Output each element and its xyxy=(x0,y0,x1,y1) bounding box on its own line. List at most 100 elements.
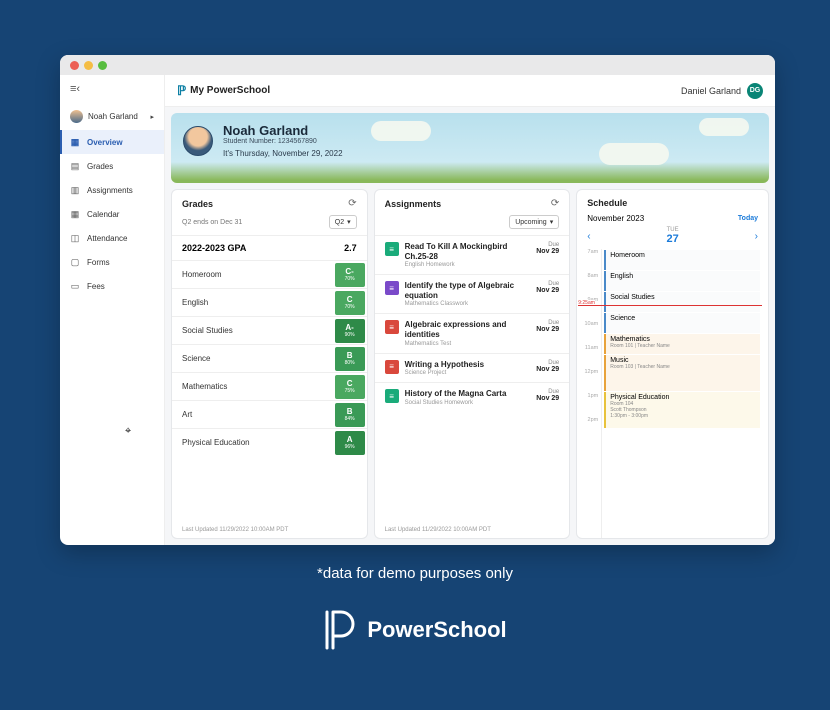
sidebar-item-label: Fees xyxy=(87,282,105,291)
grade-chip: C75% xyxy=(335,375,365,399)
schedule-event[interactable]: Science xyxy=(604,313,760,333)
assignment-meta: Science Project xyxy=(405,370,531,376)
nav-icon: ▦ xyxy=(70,137,80,147)
sidebar-item-label: Overview xyxy=(87,138,123,147)
student-name: Noah Garland xyxy=(223,123,343,138)
brand-mark-icon xyxy=(323,610,357,650)
term-note: Q2 ends on Dec 31 xyxy=(182,219,242,226)
schedule-title: Schedule xyxy=(587,198,627,208)
user-menu[interactable]: Daniel Garland DG xyxy=(681,83,763,99)
app-window: ≡‹ Noah Garland ▸ ▦Overview▤Grades▥Assig… xyxy=(60,55,775,545)
grade-pct: 90% xyxy=(345,332,355,338)
maximize-icon[interactable] xyxy=(98,61,107,70)
assignments-filter[interactable]: Upcoming ▾ xyxy=(509,215,559,229)
sidebar-student-select[interactable]: Noah Garland ▸ xyxy=(60,103,164,130)
close-icon[interactable] xyxy=(70,61,79,70)
grade-letter: C xyxy=(347,379,353,388)
refresh-icon[interactable]: ⟳ xyxy=(551,198,559,209)
assignment-type-icon: ≡ xyxy=(385,389,399,403)
assignment-title: Writing a Hypothesis xyxy=(405,360,531,370)
grade-row[interactable]: EnglishC70% xyxy=(172,288,367,316)
sidebar-item-label: Assignments xyxy=(87,186,133,195)
assignment-row[interactable]: ≡History of the Magna CartaSocial Studie… xyxy=(375,382,570,412)
schedule-event[interactable]: MusicRoom 103 | Teacher Name xyxy=(604,355,760,391)
now-line xyxy=(578,305,762,306)
event-subject: Music xyxy=(610,357,756,364)
schedule-timeline: 7am8am9am10am11am12pm1pm2pm 9:25am Homer… xyxy=(577,249,768,538)
term-selector[interactable]: Q2 ▾ xyxy=(329,215,357,229)
grade-row[interactable]: Physical EducationA96% xyxy=(172,428,367,456)
grade-chip: A96% xyxy=(335,431,365,455)
sidebar-item-overview[interactable]: ▦ Overview xyxy=(60,130,164,154)
nav-icon: ▤ xyxy=(70,161,80,171)
grade-row[interactable]: MathematicsC75% xyxy=(172,372,367,400)
schedule-event[interactable]: Physical EducationRoom 104Scott Thompson… xyxy=(604,392,760,428)
schedule-card: Schedule November 2023 Today ‹ TUE 27 › xyxy=(576,189,769,539)
gpa-label: 2022-2023 GPA xyxy=(182,243,246,253)
grade-pct: 84% xyxy=(345,416,355,422)
student-number: Student Number: 1234567890 xyxy=(223,138,343,145)
assignments-title: Assignments xyxy=(385,199,442,209)
time-label: 10am xyxy=(577,321,598,345)
sidebar-item-attendance[interactable]: ◫Attendance xyxy=(60,226,164,250)
window-titlebar xyxy=(60,55,775,75)
sidebar: ≡‹ Noah Garland ▸ ▦ Overview ▤Grades▥Assig… xyxy=(60,75,165,545)
assignment-due: DueNov 29 xyxy=(536,242,559,268)
event-detail: Room 104Scott Thompson1:30pm - 3:00pm xyxy=(610,401,756,419)
today-button[interactable]: Today xyxy=(738,215,758,222)
assignment-due: DueNov 29 xyxy=(536,320,559,346)
grade-chip: B80% xyxy=(335,347,365,371)
app-body: ≡‹ Noah Garland ▸ ▦Overview▤Grades▥Assig… xyxy=(60,75,775,545)
grade-letter: A xyxy=(347,435,353,444)
grade-row[interactable]: Social StudiesA-90% xyxy=(172,316,367,344)
schedule-event[interactable]: English xyxy=(604,271,760,291)
assignment-row[interactable]: ≡Writing a HypothesisScience ProjectDueN… xyxy=(375,353,570,383)
assignment-row[interactable]: ≡Identify the type of Algebraic equation… xyxy=(375,274,570,313)
nav-icon: ▭ xyxy=(70,281,80,291)
grade-subject: Art xyxy=(182,410,192,419)
sidebar-item-assignments[interactable]: ▥Assignments xyxy=(60,178,164,202)
schedule-event[interactable]: Homeroom xyxy=(604,250,760,270)
sidebar-item-fees[interactable]: ▭ Fees xyxy=(60,274,164,298)
gpa-value: 2.7 xyxy=(344,243,357,253)
assignment-row[interactable]: ≡Algebraic expressions and identitiesMat… xyxy=(375,313,570,352)
grade-row[interactable]: Art B84% xyxy=(172,400,367,428)
time-label: 7am xyxy=(577,249,598,273)
refresh-icon[interactable]: ⟳ xyxy=(348,198,356,209)
event-subject: Science xyxy=(610,315,756,322)
event-detail: Room 103 | Teacher Name xyxy=(610,364,756,370)
assignment-type-icon: ≡ xyxy=(385,360,399,374)
chevron-right-icon: ▸ xyxy=(150,113,154,121)
minimize-icon[interactable] xyxy=(84,61,93,70)
sidebar-toggle[interactable]: ≡‹ xyxy=(60,75,164,103)
schedule-event[interactable]: Social Studies xyxy=(604,292,760,312)
nav-icon: ◫ xyxy=(70,233,80,243)
grade-subject: Social Studies xyxy=(182,326,233,335)
sidebar-item-label: Forms xyxy=(87,258,110,267)
filter-selected: Upcoming xyxy=(515,219,547,226)
brand-name: PowerSchool xyxy=(367,617,506,643)
grade-subject: Homeroom xyxy=(182,270,222,279)
nav-icon: ▢ xyxy=(70,257,80,267)
schedule-event[interactable]: MathematicsRoom 101 | Teacher Name xyxy=(604,334,760,354)
grade-row[interactable]: Homeroom C-70% xyxy=(172,260,367,288)
grades-updated: Last Updated 11/29/2022 10:00AM PDT xyxy=(172,522,367,538)
grade-chip: B84% xyxy=(335,403,365,427)
event-subject: Physical Education xyxy=(610,394,756,401)
assignment-type-icon: ≡ xyxy=(385,281,399,295)
sidebar-item-forms[interactable]: ▢ Forms xyxy=(60,250,164,274)
event-subject: Social Studies xyxy=(610,294,756,301)
sidebar-item-grades[interactable]: ▤Grades xyxy=(60,154,164,178)
sidebar-item-calendar[interactable]: ▦Calendar xyxy=(60,202,164,226)
grade-pct: 75% xyxy=(345,388,355,394)
assignment-meta: Mathematics Classwork xyxy=(405,301,531,307)
schedule-date: 27 xyxy=(666,233,678,245)
event-detail: Room 101 | Teacher Name xyxy=(610,343,756,349)
banner-date: It's Thursday, November 29, 2022 xyxy=(223,149,343,158)
grade-chip: C-70% xyxy=(335,263,365,287)
next-day-button[interactable]: › xyxy=(755,231,758,242)
prev-day-button[interactable]: ‹ xyxy=(587,231,590,242)
grade-row[interactable]: ScienceB80% xyxy=(172,344,367,372)
assignment-row[interactable]: ≡Read To Kill A Mockingbird Ch.25-28Engl… xyxy=(375,235,570,274)
cards-row: Grades ⟳ Q2 ends on Dec 31 Q2 ▾ 2022-202… xyxy=(165,183,775,545)
